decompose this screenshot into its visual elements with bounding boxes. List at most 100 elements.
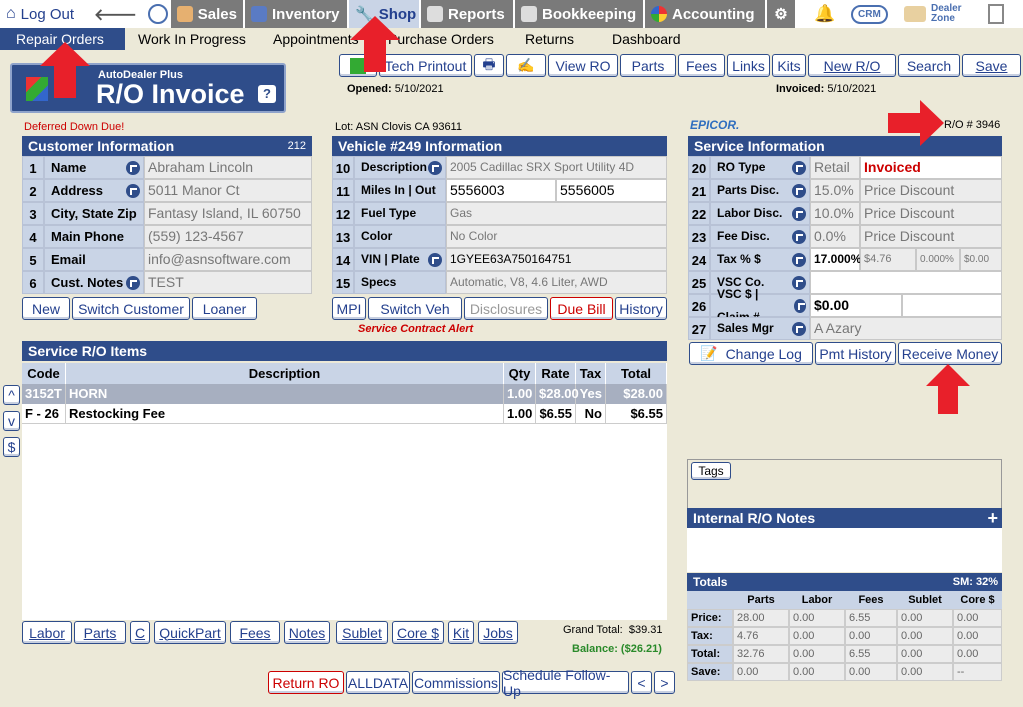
- service-field-secondary[interactable]: Price Discount: [860, 202, 1002, 225]
- view-ro-button[interactable]: View RO: [548, 54, 618, 77]
- new-customer-button[interactable]: New: [22, 297, 70, 320]
- lookup-icon[interactable]: [793, 298, 806, 313]
- lookup-icon[interactable]: [126, 160, 140, 175]
- lookup-icon[interactable]: [792, 160, 806, 175]
- subnav-purchase-orders[interactable]: Purchase Orders: [388, 28, 494, 50]
- parts-button[interactable]: Parts: [620, 54, 676, 77]
- claim-number-field[interactable]: [902, 294, 1002, 317]
- items-labor-button[interactable]: Labor: [22, 621, 72, 644]
- service-field[interactable]: 0.0%: [810, 225, 860, 248]
- service-field[interactable]: Retail: [810, 156, 860, 179]
- next-button[interactable]: >: [654, 671, 675, 694]
- receive-money-button[interactable]: Receive Money: [898, 342, 1002, 365]
- price-button[interactable]: $: [3, 437, 20, 457]
- items-quickpart-button[interactable]: QuickPart: [154, 621, 226, 644]
- nav-bookkeeping[interactable]: Bookkeeping: [515, 0, 643, 28]
- lookup-icon[interactable]: [792, 252, 806, 267]
- move-down-button[interactable]: v: [3, 411, 20, 431]
- lookup-icon[interactable]: [126, 183, 140, 198]
- prev-button[interactable]: <: [631, 671, 652, 694]
- search-button[interactable]: Search: [898, 54, 960, 77]
- service-field-secondary[interactable]: Price Discount: [860, 225, 1002, 248]
- tax-percent-field[interactable]: 17.000%: [810, 248, 861, 271]
- history-button[interactable]: History: [615, 297, 667, 320]
- table-row[interactable]: 3152T HORN 1.00 $28.00 Yes $28.00: [22, 384, 667, 404]
- schedule-followup-button[interactable]: Schedule Follow-Up: [502, 667, 629, 699]
- help-icon[interactable]: ?: [258, 85, 276, 103]
- items-parts-button[interactable]: Parts: [74, 621, 126, 644]
- lookup-icon[interactable]: [792, 206, 806, 221]
- service-field[interactable]: 15.0%: [810, 179, 860, 202]
- lookup-icon[interactable]: [792, 183, 806, 198]
- mpi-button[interactable]: MPI: [332, 297, 366, 320]
- customer-field[interactable]: info@asnsoftware.com: [144, 248, 312, 271]
- settings-button[interactable]: ⚙: [767, 0, 795, 28]
- service-field[interactable]: 10.0%: [810, 202, 860, 225]
- customer-field[interactable]: TEST: [144, 271, 312, 294]
- switch-customer-button[interactable]: Switch Customer: [72, 297, 190, 320]
- lookup-icon[interactable]: [792, 275, 806, 290]
- add-note-icon[interactable]: +: [987, 508, 998, 528]
- lookup-icon[interactable]: [126, 275, 140, 290]
- calculator-button[interactable]: [982, 0, 1010, 28]
- lookup-icon[interactable]: [792, 229, 806, 244]
- support-icon[interactable]: [142, 0, 174, 28]
- sign-button[interactable]: ✍: [506, 54, 546, 77]
- table-row[interactable]: F - 26 Restocking Fee 1.00 $6.55 No $6.55: [22, 404, 667, 424]
- dealer-zone-button[interactable]: Dealer Zone: [898, 0, 973, 28]
- nav-sales[interactable]: Sales: [171, 0, 243, 28]
- customer-field[interactable]: 5011 Manor Ct: [144, 179, 312, 202]
- change-log-button[interactable]: 📝 Change Log: [689, 342, 813, 365]
- kits-button[interactable]: Kits: [772, 54, 806, 77]
- vehicle-field[interactable]: Gas: [446, 202, 667, 225]
- internal-notes-area[interactable]: [687, 528, 1002, 572]
- service-field-secondary[interactable]: Price Discount: [860, 179, 1002, 202]
- notifications-button[interactable]: 🔔: [808, 0, 842, 28]
- items-notes-button[interactable]: Notes: [284, 621, 330, 644]
- nav-inventory[interactable]: Inventory: [245, 0, 347, 28]
- vehicle-field[interactable]: 2005 Cadillac SRX Sport Utility 4D: [446, 156, 667, 179]
- logout-link[interactable]: ⌂ Log Out: [0, 0, 81, 28]
- move-up-button[interactable]: ^: [3, 385, 20, 405]
- back-arrow-icon[interactable]: 🡐: [94, 4, 137, 25]
- vehicle-field[interactable]: No Color: [446, 225, 667, 248]
- subnav-wip[interactable]: Work In Progress: [138, 28, 246, 50]
- customer-field[interactable]: (559) 123-4567: [144, 225, 312, 248]
- links-button[interactable]: Links: [727, 54, 770, 77]
- print-button[interactable]: 🖶: [474, 54, 504, 77]
- subnav-dashboard[interactable]: Dashboard: [612, 28, 681, 50]
- new-ro-button[interactable]: New R/O: [808, 54, 896, 77]
- subnav-appointments[interactable]: Appointments: [273, 28, 359, 50]
- pmt-history-button[interactable]: Pmt History: [815, 342, 896, 365]
- items-sublet-button[interactable]: Sublet: [336, 621, 388, 644]
- items-kit-button[interactable]: Kit: [448, 621, 474, 644]
- service-field[interactable]: [810, 271, 1002, 294]
- service-field-secondary[interactable]: Invoiced: [860, 156, 1002, 179]
- miles-in-field[interactable]: 5556003: [446, 179, 556, 202]
- customer-field[interactable]: Abraham Lincoln: [144, 156, 312, 179]
- vehicle-field[interactable]: Automatic, V8, 4.6 Liter, AWD: [446, 271, 667, 294]
- commissions-button[interactable]: Commissions: [412, 671, 500, 694]
- items-fees-button[interactable]: Fees: [230, 621, 280, 644]
- vsc-amount-field[interactable]: $0.00: [810, 294, 902, 317]
- customer-field[interactable]: Fantasy Island, IL 60750: [144, 202, 312, 225]
- due-bill-button[interactable]: Due Bill: [550, 297, 613, 320]
- lookup-icon[interactable]: [428, 252, 442, 267]
- fees-button[interactable]: Fees: [678, 54, 725, 77]
- crm-button[interactable]: CRM: [845, 0, 894, 28]
- switch-vehicle-button[interactable]: Switch Veh: [368, 297, 462, 320]
- nav-reports[interactable]: Reports: [421, 0, 513, 28]
- save-button[interactable]: Save: [962, 54, 1021, 77]
- miles-out-field[interactable]: 5556005: [556, 179, 667, 202]
- tags-box[interactable]: Tags: [687, 459, 1002, 509]
- items-core-button[interactable]: Core $: [392, 621, 444, 644]
- lookup-icon[interactable]: [428, 160, 442, 175]
- tags-button[interactable]: Tags: [691, 462, 731, 480]
- lookup-icon[interactable]: [792, 321, 806, 336]
- items-jobs-button[interactable]: Jobs: [478, 621, 518, 644]
- items-c-button[interactable]: C: [130, 621, 150, 644]
- loaner-button[interactable]: Loaner: [192, 297, 257, 320]
- disclosures-button[interactable]: Disclosures: [464, 297, 548, 320]
- service-field[interactable]: A Azary: [810, 317, 1002, 340]
- vehicle-field[interactable]: 1GYEE63A750164751: [446, 248, 667, 271]
